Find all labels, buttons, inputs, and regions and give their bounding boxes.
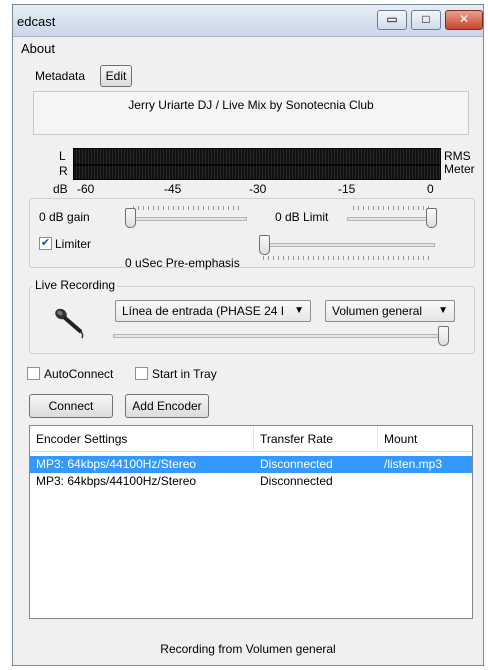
autoconnect-checkbox[interactable] [27,367,40,380]
encoder-settings-cell: MP3: 64kbps/44100Hz/Stereo [36,457,197,471]
encoder-settings-cell: MP3: 64kbps/44100Hz/Stereo [36,474,197,488]
transfer-rate-cell: Disconnected [260,474,333,488]
meter-tick-label: 0 [427,182,434,196]
gain-slider-track[interactable] [125,217,247,221]
meter-rms-label: RMS [444,149,471,163]
volume-slider-thumb[interactable] [438,326,449,346]
add-encoder-button[interactable]: Add Encoder [125,394,209,418]
mount-cell: /listen.mp3 [384,457,443,471]
vu-meter [73,148,441,180]
close-button[interactable]: ✕ [445,10,483,30]
autoconnect-label: AutoConnect [44,367,114,381]
limit-slider-track[interactable] [347,217,437,221]
gain-slider-ticks [133,206,241,210]
start-in-tray-label: Start in Tray [152,367,217,381]
meter-tick-label: -15 [338,182,356,196]
meter-tick-label: -30 [249,182,267,196]
preemphasis-slider-thumb[interactable] [259,235,270,255]
menu-about[interactable]: About [21,41,55,56]
minimize-button[interactable]: ▭ [377,10,407,30]
preemphasis-slider-ticks [263,256,431,260]
transfer-rate-cell: Disconnected [260,457,333,471]
meter-meter-label: Meter [444,162,475,176]
limiter-checkbox[interactable]: ✔ [39,237,52,250]
menu-bar: About [13,38,483,58]
edit-metadata-button[interactable]: Edit [100,65,132,87]
metadata-text: Jerry Uriarte DJ / Live Mix by Sonotecni… [128,98,374,112]
start-in-tray-checkbox[interactable] [135,367,148,380]
column-header-transfer-rate[interactable]: Transfer Rate [254,426,378,452]
preemphasis-label: 0 uSec Pre-emphasis [125,256,240,270]
meter-tick-label: -45 [164,182,182,196]
limit-slider-ticks [353,206,433,210]
microphone-icon [53,305,87,339]
chevron-down-icon: ▼ [438,305,448,316]
encoder-list-header: Encoder Settings Transfer Rate Mount [30,426,472,452]
title-bar[interactable]: edcast ▭ □ ✕ [13,5,483,37]
check-icon: ✔ [40,237,51,249]
limiter-label: Limiter [55,237,92,251]
chevron-down-icon: ▼ [294,305,304,316]
encoder-row[interactable]: MP3: 64kbps/44100Hz/Stereo Disconnected [30,473,472,490]
encoder-list[interactable]: Encoder Settings Transfer Rate Mount MP3… [29,425,473,619]
volume-slider-track[interactable] [113,334,449,338]
preemphasis-slider-track[interactable] [259,243,435,247]
volume-select[interactable]: Volumen general ▼ [325,300,455,322]
meter-db-label: dB [53,182,68,196]
maximize-button[interactable]: □ [411,10,441,30]
limit-slider-thumb[interactable] [426,208,437,228]
window-title: edcast [17,14,56,29]
metadata-label: Metadata [35,69,86,83]
meter-divider [74,164,440,166]
live-recording-label: Live Recording [33,278,118,292]
edcast-window: edcast ▭ □ ✕ About Metadata Edit Jerry U… [12,4,484,666]
input-source-select[interactable]: Línea de entrada (PHASE 24 I ▼ [115,300,311,322]
column-header-encoder-settings[interactable]: Encoder Settings [30,426,254,452]
volume-select-value: Volumen general [332,304,423,318]
meter-left-label: L [59,149,66,163]
meter-right-label: R [59,164,68,178]
status-text: Recording from Volumen general [160,642,336,656]
limit-label: 0 dB Limit [275,210,329,224]
connect-button[interactable]: Connect [29,394,113,418]
column-header-mount[interactable]: Mount [378,426,474,452]
meter-tick-label: -60 [77,182,95,196]
gain-slider-thumb[interactable] [125,208,136,228]
encoder-row[interactable]: MP3: 64kbps/44100Hz/Stereo Disconnected … [30,456,472,473]
gain-label: 0 dB gain [39,210,90,224]
input-source-value: Línea de entrada (PHASE 24 I [122,304,285,318]
metadata-display: Jerry Uriarte DJ / Live Mix by Sonotecni… [33,91,469,135]
